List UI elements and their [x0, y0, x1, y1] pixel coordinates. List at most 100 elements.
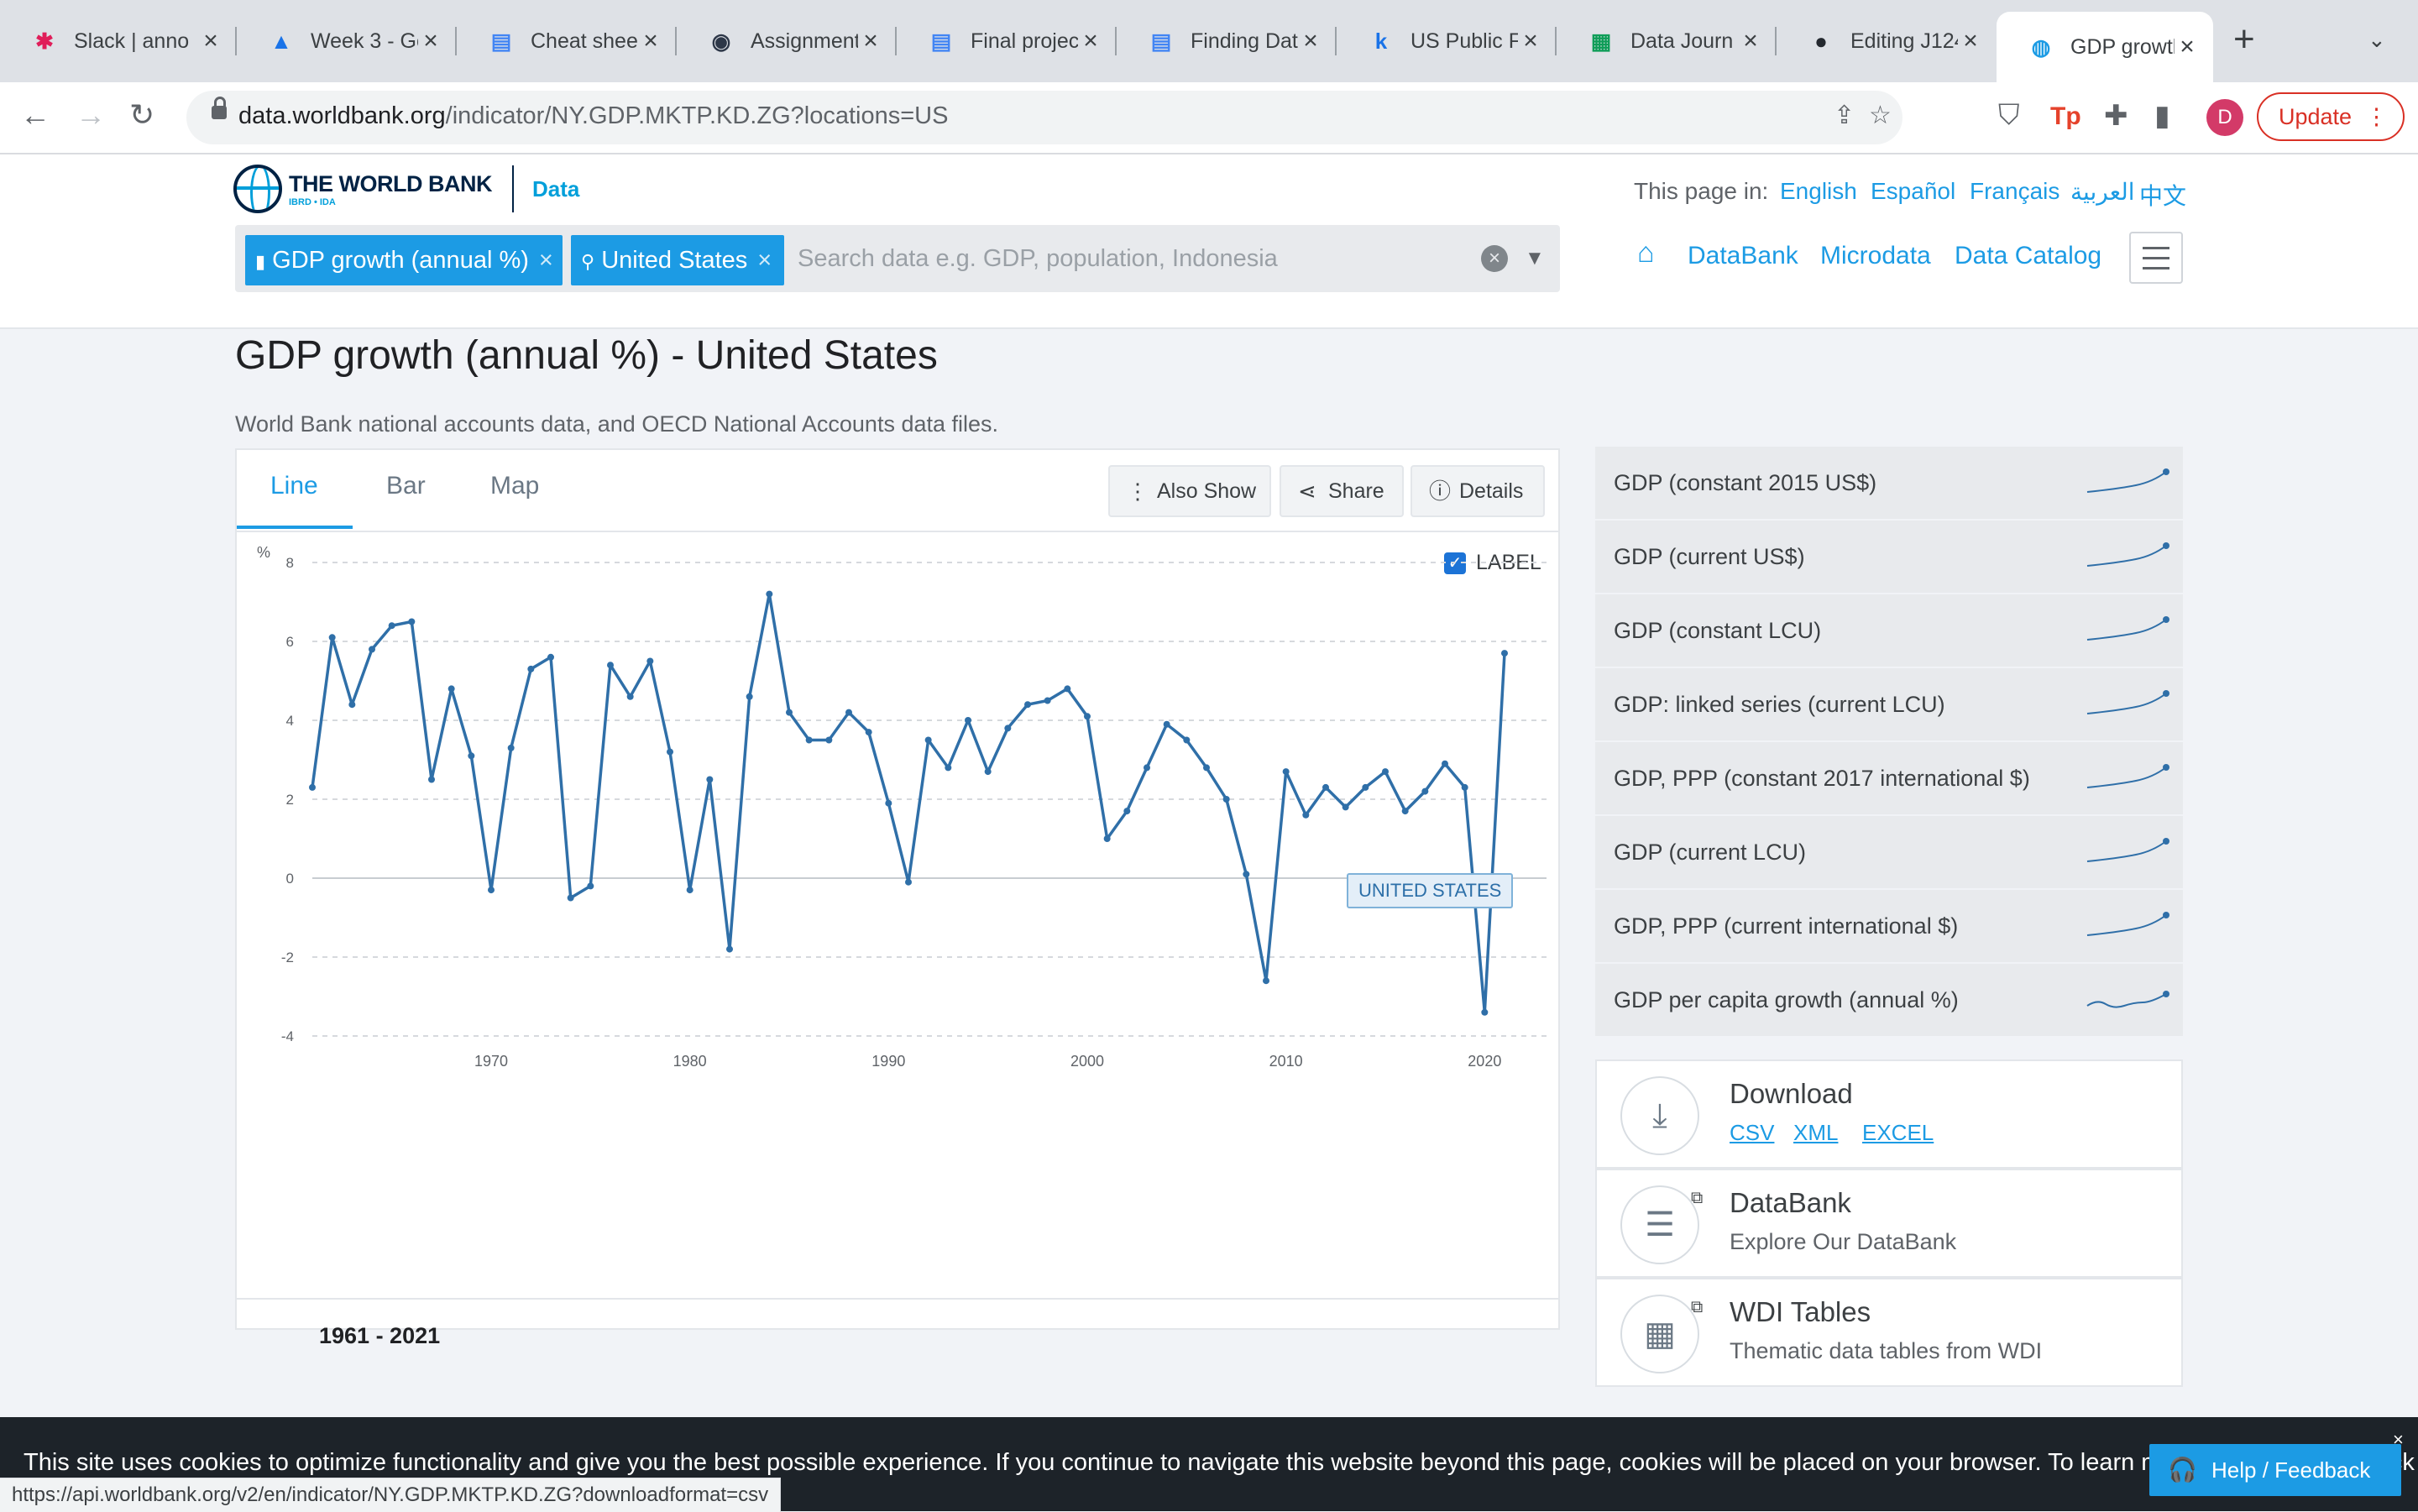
k-icon: k: [1374, 28, 1388, 54]
data-point: [626, 693, 634, 700]
data-point: [1461, 783, 1468, 791]
related-indicator-label: GDP (current LCU): [1614, 840, 1807, 865]
details-button[interactable]: ⓘ Details: [1410, 465, 1545, 517]
download-icon: ⤓: [1620, 1076, 1699, 1155]
related-indicator-item[interactable]: GDP (constant LCU): [1595, 594, 2183, 668]
data-point: [965, 717, 971, 724]
update-button[interactable]: Update ⋮: [2257, 92, 2405, 141]
share-page-icon[interactable]: ⇪: [1834, 101, 1855, 130]
home-icon[interactable]: ⌂: [1637, 237, 1655, 269]
lang-english[interactable]: English: [1780, 178, 1857, 205]
google-docs-icon: ▤: [490, 28, 512, 54]
share-button[interactable]: ⋖ Share: [1280, 465, 1404, 517]
download-excel-link[interactable]: EXCEL: [1862, 1120, 1934, 1146]
forward-arrow-icon[interactable]: →: [76, 97, 106, 133]
remove-chip-icon[interactable]: ×: [757, 247, 772, 274]
reload-icon[interactable]: ↻: [129, 97, 154, 133]
download-xml-link[interactable]: XML: [1793, 1120, 1838, 1146]
browser-tab-data-journ[interactable]: ▦ Data Journ ×: [1557, 13, 1777, 69]
download-csv-link[interactable]: CSV: [1730, 1120, 1774, 1146]
country-chip[interactable]: ⚲ United States ×: [571, 235, 784, 285]
related-indicator-item[interactable]: GDP, PPP (current international $): [1595, 890, 2183, 964]
related-indicator-item[interactable]: GDP (constant 2015 US$): [1595, 447, 2183, 521]
browser-tab-assignment[interactable]: ◉ Assignment ×: [677, 13, 897, 69]
data-point: [507, 744, 515, 751]
browser-tab-bar: ✱ Slack | anno × ▲ Week 3 - Go × ▤ Cheat…: [0, 0, 2418, 82]
clear-search-icon[interactable]: ×: [1481, 245, 1508, 272]
hamburger-menu-button[interactable]: [2129, 232, 2183, 284]
close-tab-icon[interactable]: ×: [638, 27, 663, 55]
chevron-down-icon[interactable]: ▼: [1525, 247, 1545, 270]
close-tab-icon[interactable]: ×: [198, 27, 223, 55]
close-tab-icon[interactable]: ×: [1518, 27, 1543, 55]
logo-data-link[interactable]: Data: [532, 176, 579, 202]
search-box[interactable]: ▮ GDP growth (annual %) × ⚲ United States…: [235, 225, 1560, 292]
browser-tab-finding-data[interactable]: ▤ Finding Data ×: [1117, 13, 1337, 69]
world-bank-logo[interactable]: THE WORLD BANK IBRD • IDA Data: [233, 165, 579, 213]
tab-bar[interactable]: Bar: [386, 472, 426, 500]
related-indicator-item[interactable]: GDP (current LCU): [1595, 816, 2183, 890]
data-point: [646, 657, 654, 665]
wdi-tables-card[interactable]: ▦ ⧉ WDI Tables Thematic data tables from…: [1595, 1278, 2183, 1387]
browser-tab-final-project[interactable]: ▤ Final project ×: [897, 13, 1117, 69]
close-tab-icon[interactable]: ×: [1738, 27, 1763, 55]
data-point: [1243, 871, 1250, 878]
related-indicator-item[interactable]: GDP, PPP (constant 2017 international $): [1595, 742, 2183, 816]
close-tab-icon[interactable]: ×: [2175, 33, 2200, 61]
browser-tab-us-public[interactable]: k US Public Fu ×: [1337, 13, 1557, 69]
close-tab-icon[interactable]: ×: [1078, 27, 1103, 55]
related-indicator-item[interactable]: GDP per capita growth (annual %): [1595, 964, 2183, 1038]
related-indicator-item[interactable]: GDP (current US$): [1595, 521, 2183, 594]
shield-extension-icon[interactable]: ⛉: [1998, 99, 2020, 132]
tab-line[interactable]: Line: [270, 472, 318, 500]
data-point: [408, 618, 416, 625]
close-tab-icon[interactable]: ×: [418, 27, 443, 55]
nav-data-catalog[interactable]: Data Catalog: [1955, 242, 2101, 270]
download-card: ⤓ Download CSV XML EXCEL: [1595, 1059, 2183, 1169]
browser-tab-slack[interactable]: ✱ Slack | anno ×: [0, 13, 237, 69]
lock-icon: [212, 97, 227, 119]
browser-tab-gdp-growth[interactable]: ◍ GDP growth ×: [1997, 12, 2213, 82]
data-point: [766, 590, 773, 598]
lang-espanol[interactable]: Español: [1871, 178, 1955, 205]
back-arrow-icon[interactable]: ←: [20, 97, 50, 133]
indicator-chip[interactable]: ▮ GDP growth (annual %) ×: [245, 235, 563, 285]
more-menu-icon[interactable]: ⋮: [2365, 94, 2388, 139]
puzzle-extensions-icon[interactable]: ✚: [2104, 99, 2128, 133]
remove-chip-icon[interactable]: ×: [539, 247, 553, 274]
also-show-button[interactable]: ⋮ Also Show: [1108, 465, 1271, 517]
address-bar[interactable]: data.worldbank.org/indicator/NY.GDP.MKTP…: [186, 91, 1902, 144]
nav-microdata[interactable]: Microdata: [1820, 242, 1931, 270]
databank-title[interactable]: DataBank: [1730, 1187, 1851, 1219]
browser-tab-editing[interactable]: ● Editing J124 ×: [1777, 13, 1997, 69]
close-tab-icon[interactable]: ×: [858, 27, 883, 55]
lang-francais[interactable]: Français: [1970, 178, 2059, 205]
browser-tab-cheatsheet[interactable]: ▤ Cheat sheet ×: [457, 13, 677, 69]
data-point: [905, 878, 912, 886]
nav-databank[interactable]: DataBank: [1688, 242, 1798, 270]
tab-label: US Public Fu: [1410, 29, 1518, 53]
new-tab-icon[interactable]: +: [2233, 18, 2255, 60]
profile-avatar[interactable]: D: [2206, 99, 2243, 136]
help-feedback-button[interactable]: 🎧 Help / Feedback: [2149, 1444, 2401, 1496]
databank-card[interactable]: ☰ ⧉ DataBank Explore Our DataBank: [1595, 1169, 2183, 1278]
data-point: [945, 764, 952, 772]
lang-arabic[interactable]: العربية: [2070, 178, 2135, 206]
data-point: [348, 701, 356, 709]
search-input[interactable]: Search data e.g. GDP, population, Indone…: [798, 245, 1278, 273]
google-docs-icon: ▤: [1150, 28, 1172, 54]
close-tab-icon[interactable]: ×: [1958, 27, 1983, 55]
side-panel-icon[interactable]: ▮: [2154, 99, 2170, 133]
data-point: [924, 736, 932, 744]
bookmark-star-icon[interactable]: ☆: [1869, 101, 1892, 130]
wdi-title[interactable]: WDI Tables: [1730, 1296, 1871, 1328]
lang-chinese[interactable]: 中文: [2139, 178, 2186, 212]
close-tab-icon[interactable]: ×: [1298, 27, 1323, 55]
related-indicator-item[interactable]: GDP: linked series (current LCU): [1595, 668, 2183, 742]
tp-extension-icon[interactable]: Tp: [2050, 102, 2081, 131]
tab-search-chevron-icon[interactable]: ⌄: [2368, 27, 2386, 53]
tab-label: Week 3 - Go: [311, 29, 418, 53]
browser-tab-week3[interactable]: ▲ Week 3 - Go ×: [237, 13, 457, 69]
slack-icon: ✱: [35, 28, 54, 54]
tab-map[interactable]: Map: [490, 472, 539, 500]
